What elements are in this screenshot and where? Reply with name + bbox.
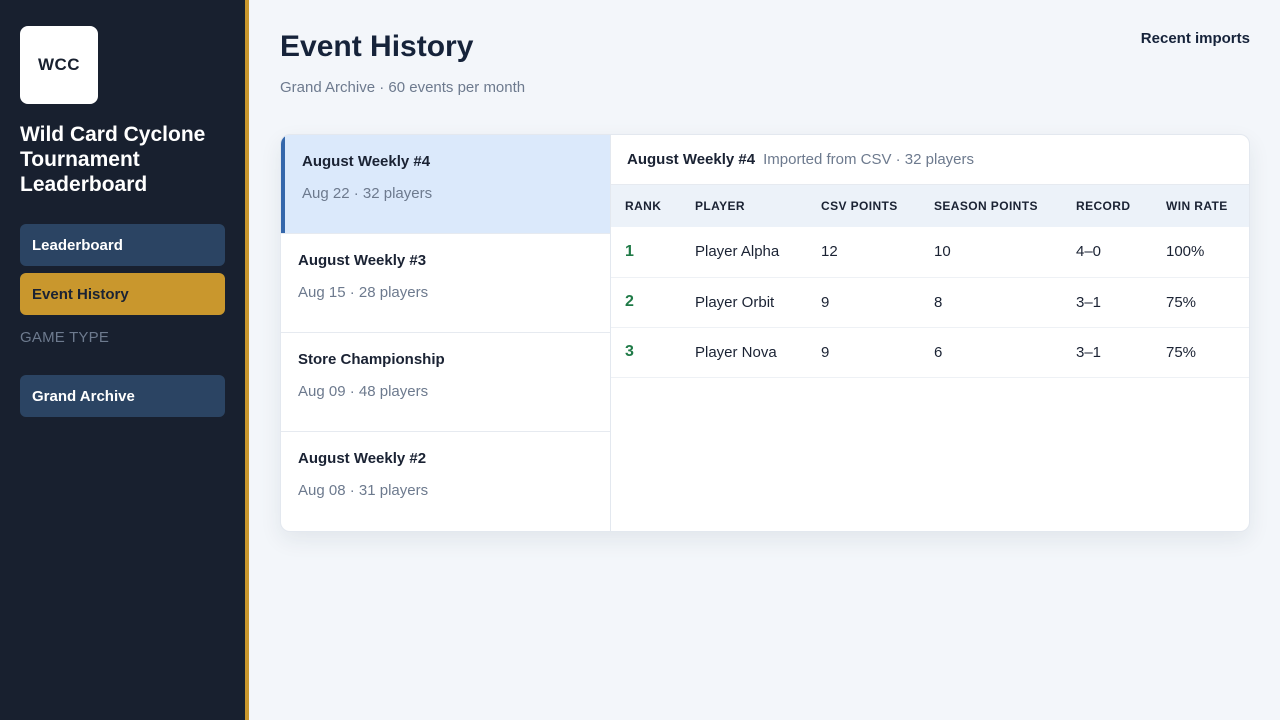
column-header-win-rate[interactable]: WIN RATE (1166, 185, 1249, 227)
column-header-season-points[interactable]: SEASON POINTS (934, 185, 1076, 227)
csv-points-cell: 9 (821, 327, 934, 378)
column-header-record[interactable]: RECORD (1076, 185, 1166, 227)
win-rate-cell: 75% (1166, 277, 1249, 328)
record-cell: 3–1 (1076, 277, 1166, 328)
player-cell: Player Orbit (695, 277, 821, 328)
app-title: Wild Card Cyclone Tournament Leaderboard (20, 123, 206, 196)
event-name: August Weekly #4 (302, 153, 431, 170)
event-detail-title: August Weekly #4 (627, 151, 756, 168)
game-type-grand-archive-button[interactable]: Grand Archive (20, 375, 225, 417)
event-detail-meta: Imported from CSV · 32 players (763, 151, 975, 168)
nav-event-history-button[interactable]: Event History (20, 273, 225, 315)
event-name: Store Championship (298, 351, 445, 368)
event-item[interactable]: Store Championship Aug 09 · 48 players (281, 333, 610, 432)
nav-leaderboard-button[interactable]: Leaderboard (20, 224, 225, 266)
column-header-rank[interactable]: RANK (611, 185, 695, 227)
event-meta: Aug 08 · 31 players (298, 482, 429, 499)
event-meta: Aug 22 · 32 players (302, 185, 433, 202)
game-type-section-label: GAME TYPE (20, 329, 110, 346)
app-logo: WCC (20, 26, 98, 104)
season-points-cell: 8 (934, 277, 1076, 328)
season-points-cell: 10 (934, 227, 1076, 278)
event-meta: Aug 15 · 28 players (298, 284, 429, 301)
event-detail: August Weekly #4 Imported from CSV · 32 … (611, 135, 1249, 531)
rank-cell: 2 (611, 277, 695, 328)
table-row[interactable]: 3 Player Nova 9 6 3–1 75% (611, 327, 1249, 378)
events-list: August Weekly #4 Aug 22 · 32 players Aug… (281, 135, 611, 531)
win-rate-cell: 75% (1166, 327, 1249, 378)
csv-points-cell: 9 (821, 277, 934, 328)
csv-points-cell: 12 (821, 227, 934, 278)
event-item[interactable]: August Weekly #3 Aug 15 · 28 players (281, 234, 610, 333)
page-title: Event History (280, 30, 474, 63)
results-table: RANK PLAYER CSV POINTS SEASON POINTS REC… (611, 185, 1249, 378)
column-header-csv-points[interactable]: CSV POINTS (821, 185, 934, 227)
season-points-cell: 6 (934, 327, 1076, 378)
rank-cell: 3 (611, 327, 695, 378)
recent-imports-link[interactable]: Recent imports (1141, 30, 1250, 47)
column-header-player[interactable]: PLAYER (695, 185, 821, 227)
win-rate-cell: 100% (1166, 227, 1249, 278)
table-row[interactable]: 1 Player Alpha 12 10 4–0 100% (611, 227, 1249, 278)
table-header-row: RANK PLAYER CSV POINTS SEASON POINTS REC… (611, 185, 1249, 227)
table-row[interactable]: 2 Player Orbit 9 8 3–1 75% (611, 277, 1249, 328)
event-meta: Aug 09 · 48 players (298, 383, 429, 400)
event-item[interactable]: August Weekly #4 Aug 22 · 32 players (281, 135, 610, 234)
event-detail-header: August Weekly #4 Imported from CSV · 32 … (611, 135, 1249, 185)
record-cell: 4–0 (1076, 227, 1166, 278)
page-subtitle: Grand Archive · 60 events per month (280, 79, 526, 96)
record-cell: 3–1 (1076, 327, 1166, 378)
event-item[interactable]: August Weekly #2 Aug 08 · 31 players (281, 432, 610, 531)
sidebar: WCC Wild Card Cyclone Tournament Leaderb… (0, 0, 245, 720)
player-cell: Player Nova (695, 327, 821, 378)
rank-cell: 1 (611, 227, 695, 278)
player-cell: Player Alpha (695, 227, 821, 278)
event-name: August Weekly #2 (298, 450, 427, 467)
event-panel: August Weekly #4 Aug 22 · 32 players Aug… (280, 134, 1250, 532)
event-name: August Weekly #3 (298, 252, 427, 269)
sidebar-accent-divider (245, 0, 249, 720)
